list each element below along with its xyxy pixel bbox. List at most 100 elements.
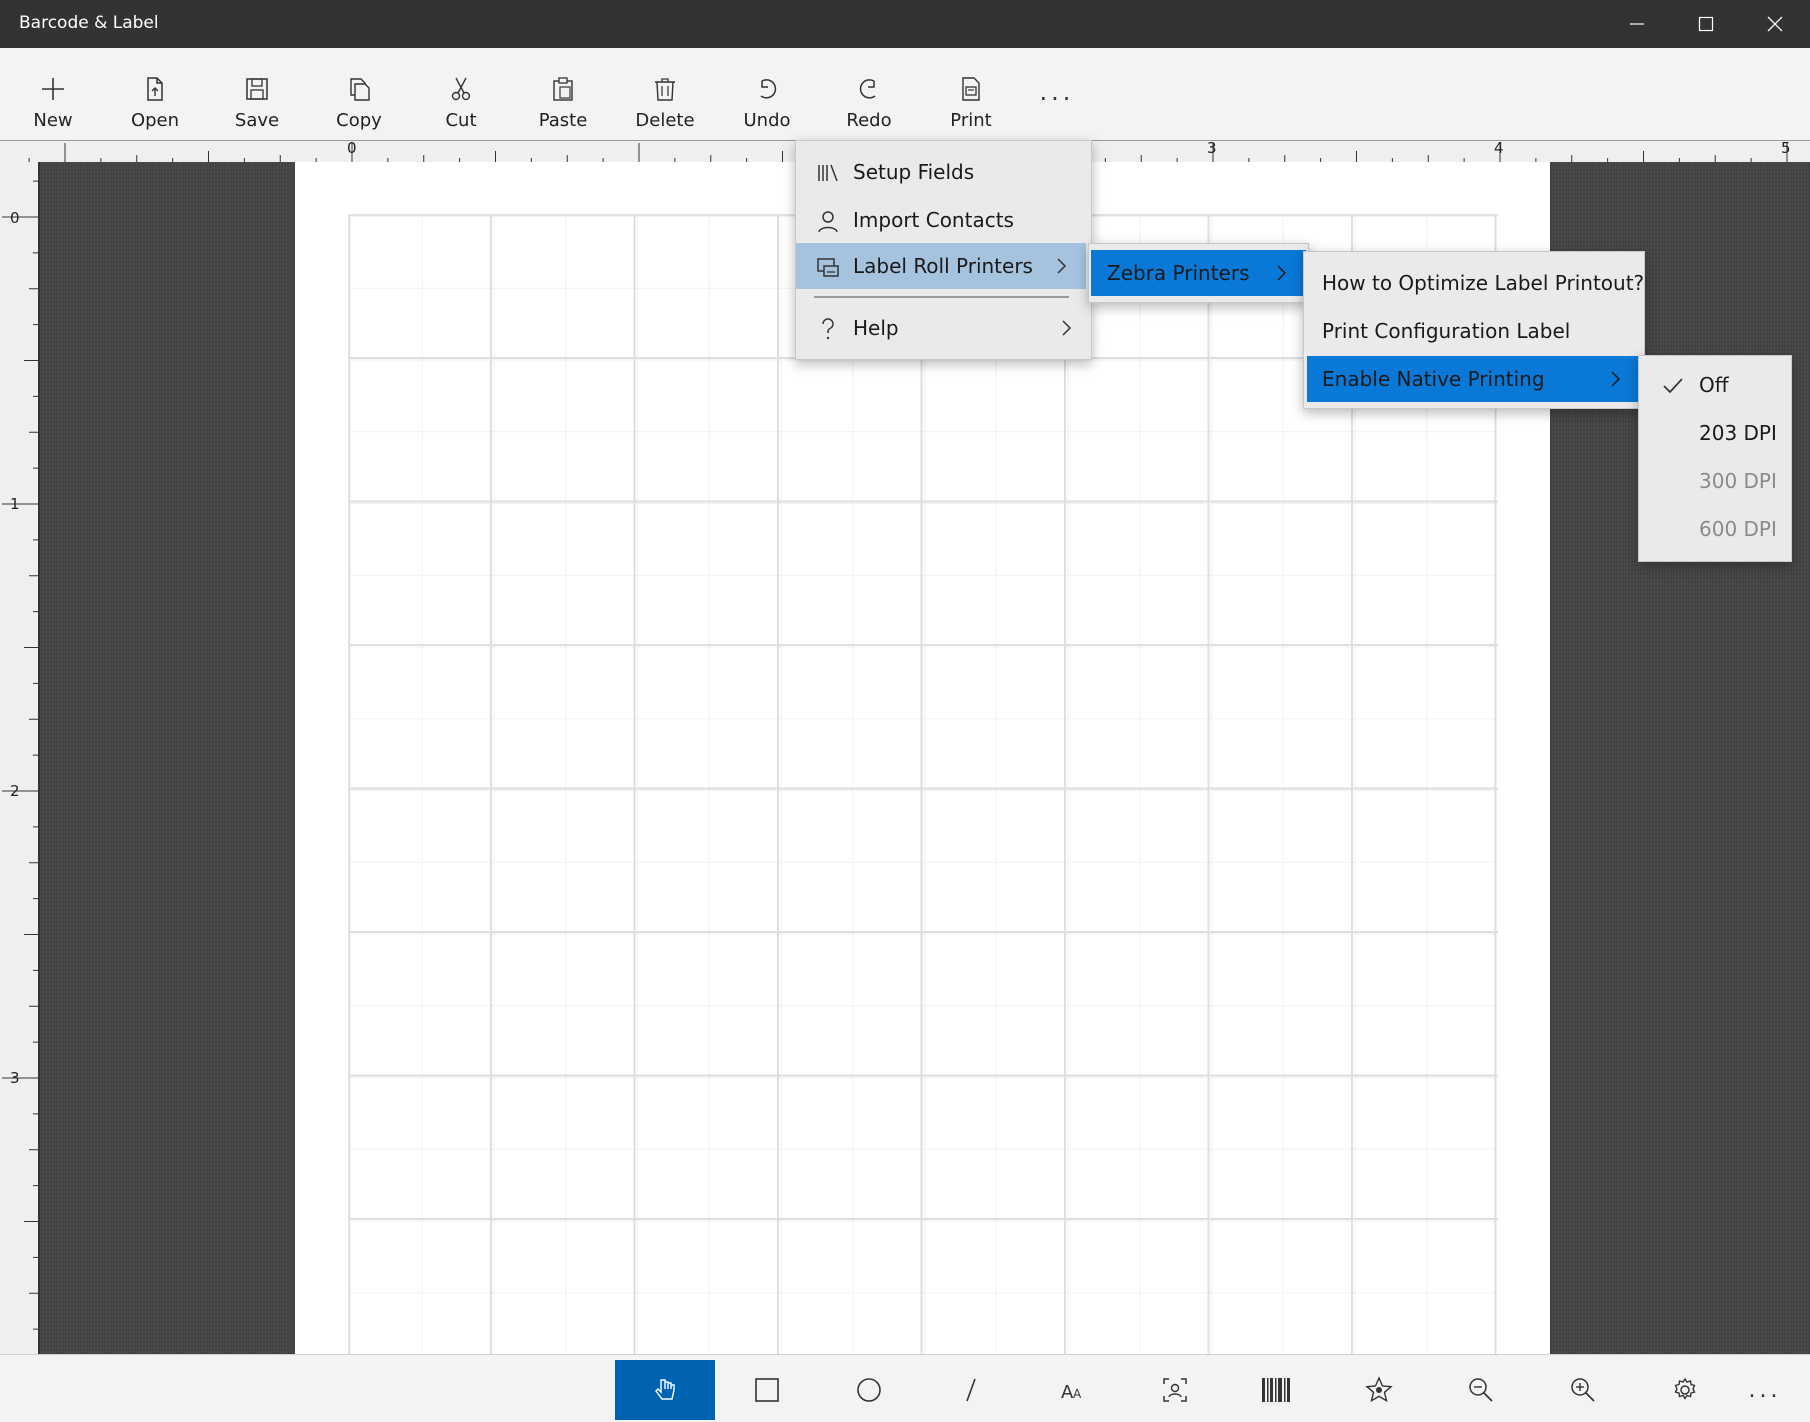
menu-item-label-roll-printers[interactable]: Label Roll Printers	[796, 243, 1086, 289]
zoom-in-button[interactable]	[1533, 1360, 1633, 1420]
print-label: Print	[950, 110, 992, 131]
trash-icon	[655, 78, 675, 101]
menu-label-setup-fields: Setup Fields	[853, 160, 975, 184]
menu-item-enable-native-printing[interactable]: Enable Native Printing	[1307, 356, 1640, 402]
barcode-tool-button[interactable]	[1227, 1360, 1327, 1420]
menu-label-300-dpi: 300 DPI	[1699, 469, 1777, 493]
ellipse-tool-button[interactable]	[819, 1360, 919, 1420]
zebra-submenu: How to Optimize Label Printout? Print Co…	[1303, 251, 1645, 409]
maximize-button[interactable]	[1671, 0, 1740, 48]
title-bar: Barcode & Label	[0, 0, 1810, 48]
undo-icon	[760, 79, 777, 99]
undo-label: Undo	[743, 110, 791, 131]
printer-icon	[817, 258, 839, 277]
circle-icon	[857, 1378, 881, 1402]
menu-item-203-dpi[interactable]: 203 DPI	[1639, 410, 1791, 456]
line-icon	[966, 1378, 976, 1402]
copy-icon	[350, 78, 370, 101]
printers-submenu: Zebra Printers	[1088, 243, 1309, 303]
copy-button[interactable]: Copy	[314, 76, 404, 138]
menu-label-off: Off	[1699, 373, 1729, 397]
menu-label-print-configuration: Print Configuration Label	[1322, 319, 1571, 343]
menu-label-optimize-label: How to Optimize Label Printout?	[1322, 271, 1645, 295]
maximize-icon	[1698, 16, 1713, 32]
hruler-label-0: 0	[347, 139, 357, 157]
hruler-label-3: 3	[1207, 139, 1217, 157]
image-person-icon	[1163, 1378, 1187, 1402]
image-tool-button[interactable]	[1125, 1360, 1225, 1420]
more-icon: ...	[1039, 78, 1075, 106]
hand-pointer-icon	[655, 1379, 675, 1400]
new-button[interactable]: New	[8, 76, 98, 138]
vruler-label-3: 3	[10, 1069, 20, 1087]
redo-icon	[859, 79, 876, 99]
menu-label-zebra-printers: Zebra Printers	[1107, 261, 1250, 285]
close-button[interactable]	[1740, 0, 1809, 48]
copy-label: Copy	[336, 110, 382, 131]
chevron-right-icon	[1611, 371, 1621, 387]
menu-label-label-roll-printers: Label Roll Printers	[853, 254, 1033, 278]
delete-label: Delete	[635, 110, 695, 131]
menu-item-help[interactable]: Help	[796, 305, 1091, 351]
menu-item-600-dpi: 600 DPI	[1639, 506, 1791, 552]
menu-item-off[interactable]: Off	[1639, 362, 1791, 408]
plus-icon	[42, 78, 64, 100]
menu-label-600-dpi: 600 DPI	[1699, 517, 1777, 541]
cut-button[interactable]: Cut	[416, 76, 506, 138]
hruler-label-5: 5	[1781, 139, 1791, 157]
menu-label-203-dpi: 203 DPI	[1699, 421, 1777, 445]
print-button[interactable]: Print	[926, 76, 1016, 138]
chevron-right-icon	[1057, 258, 1067, 274]
select-tool-button[interactable]	[615, 1360, 715, 1420]
hruler-label-4: 4	[1494, 139, 1504, 157]
minimize-icon	[1629, 23, 1644, 25]
question-icon	[822, 318, 834, 340]
menu-item-print-configuration[interactable]: Print Configuration Label	[1304, 308, 1644, 354]
delete-button[interactable]: Delete	[620, 76, 710, 138]
new-label: New	[33, 110, 73, 131]
shape-tool-button[interactable]	[1329, 1360, 1429, 1420]
redo-button[interactable]: Redo	[824, 76, 914, 138]
line-tool-button[interactable]	[921, 1360, 1021, 1420]
text-tool-button[interactable]: AA	[1023, 1360, 1123, 1420]
rectangle-icon	[755, 1378, 779, 1402]
bottom-toolbar: AA ...	[0, 1354, 1810, 1422]
minimize-button[interactable]	[1602, 0, 1671, 48]
chevron-right-icon	[1062, 320, 1072, 336]
vertical-ruler: 0 1 2 3	[0, 162, 40, 1354]
rectangle-tool-button[interactable]	[717, 1360, 817, 1420]
menu-separator	[814, 296, 1069, 298]
toolbar: New Open Save Copy Cut Paste Delete Undo…	[0, 48, 1810, 140]
cut-label: Cut	[445, 110, 477, 131]
vruler-label-0: 0	[10, 209, 20, 227]
save-icon	[246, 78, 268, 100]
paste-icon	[553, 77, 573, 101]
menu-label-help: Help	[853, 316, 899, 340]
save-label: Save	[234, 110, 280, 131]
text-icon: AA	[1061, 1382, 1082, 1403]
zoom-in-icon	[1571, 1378, 1595, 1402]
bottom-more-button[interactable]: ...	[1725, 1360, 1805, 1420]
overflow-menu: Setup Fields Import Contacts Label Roll …	[795, 140, 1092, 360]
library-icon	[818, 164, 838, 182]
vruler-label-2: 2	[10, 782, 20, 800]
paste-button[interactable]: Paste	[518, 76, 608, 138]
more-button[interactable]: ...	[1012, 78, 1102, 140]
close-icon	[1767, 16, 1782, 32]
menu-item-setup-fields[interactable]: Setup Fields	[796, 149, 1091, 195]
save-button[interactable]: Save	[212, 76, 302, 138]
zoom-out-icon	[1469, 1378, 1493, 1402]
settings-button[interactable]	[1635, 1360, 1735, 1420]
undo-button[interactable]: Undo	[722, 76, 812, 138]
menu-item-optimize-label[interactable]: How to Optimize Label Printout?	[1304, 260, 1644, 306]
open-file-icon	[147, 77, 163, 101]
open-button[interactable]: Open	[110, 76, 200, 138]
menu-item-import-contacts[interactable]: Import Contacts	[796, 197, 1091, 243]
barcode-icon	[1262, 1378, 1290, 1402]
star-icon	[1365, 1376, 1393, 1403]
print-icon	[962, 77, 980, 101]
paste-label: Paste	[538, 110, 588, 131]
more-icon-bottom: ...	[1748, 1377, 1782, 1403]
zoom-out-button[interactable]	[1431, 1360, 1531, 1420]
menu-item-zebra-printers[interactable]: Zebra Printers	[1091, 250, 1306, 296]
